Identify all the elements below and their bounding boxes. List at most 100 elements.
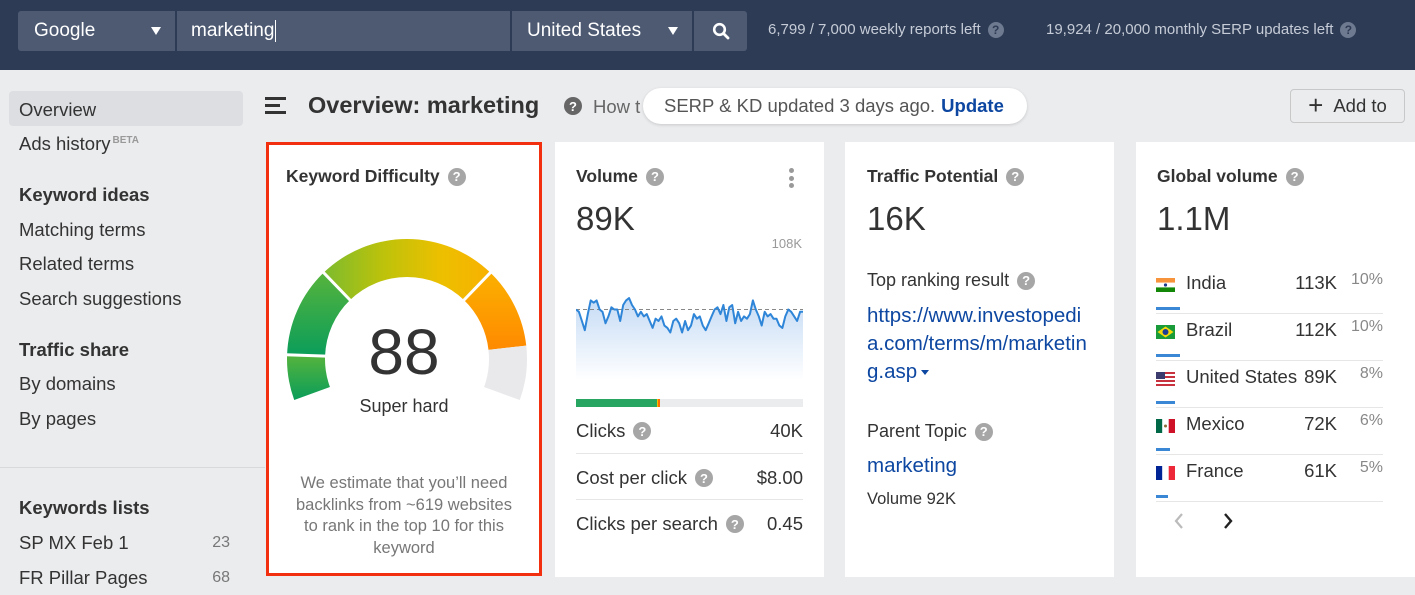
chevron-down-icon: [668, 27, 678, 35]
help-icon[interactable]: ?: [447, 167, 466, 186]
chevron-left-icon: [1174, 513, 1183, 529]
country-row[interactable]: France 61K 5%: [1156, 457, 1383, 504]
how-to-link[interactable]: How t: [593, 96, 640, 118]
prev-page-button[interactable]: [1173, 510, 1185, 536]
chevron-right-icon: [1224, 513, 1233, 529]
top-ranking-label-text: Top ranking result: [867, 270, 1010, 290]
menu-icon[interactable]: [265, 97, 286, 115]
volume-title: Volume: [576, 166, 638, 186]
country-row[interactable]: Mexico 72K 6%: [1156, 410, 1383, 457]
card-title: Keyword Difficulty ?: [286, 166, 466, 187]
sidebar-heading-traffic-share: Traffic share: [19, 339, 130, 360]
metric-label: Clicks per search: [576, 513, 718, 534]
row-divider: [576, 499, 803, 500]
sidebar-list-item[interactable]: SP MX Feb 1: [19, 532, 129, 554]
monthly-serp-quota: 19,924 / 20,000 monthly SERP updates lef…: [1046, 21, 1357, 38]
sidebar-divider: [0, 467, 265, 468]
parent-topic-label-text: Parent Topic: [867, 421, 967, 441]
search-engine-select[interactable]: Google: [18, 11, 175, 51]
country-row[interactable]: India 113K 10%: [1156, 269, 1383, 316]
chart-max-label: 108K: [771, 236, 802, 251]
sidebar-item-by-pages[interactable]: By pages: [19, 408, 96, 430]
keyword-difficulty-card: Keyword Difficulty ? 88 Super hard We es…: [266, 142, 542, 576]
update-link[interactable]: Update: [941, 95, 1004, 117]
sidebar-item-search-suggestions[interactable]: Search suggestions: [19, 288, 182, 310]
card-title: Volume ?: [576, 166, 664, 187]
help-icon[interactable]: ?: [1006, 167, 1025, 186]
country-name: Mexico: [1186, 413, 1245, 434]
country-volume: 112K: [1295, 319, 1337, 340]
volume-value: 89K: [576, 200, 635, 237]
top-ranking-url[interactable]: https://www.investopedia.com/terms/m/mar…: [867, 302, 1097, 386]
country-volume: 72K: [1304, 413, 1337, 434]
sidebar-list-item[interactable]: FR Pillar Pages: [19, 567, 148, 589]
volume-trend-chart: [576, 297, 803, 380]
country-percent: 6%: [1359, 412, 1383, 429]
help-icon[interactable]: ?: [1017, 271, 1036, 290]
paid-clicks-segment-orange: [658, 399, 661, 407]
flag-mexico-icon: [1156, 419, 1175, 433]
country-share-bar: [1156, 307, 1180, 310]
country-row[interactable]: Brazil 112K 10%: [1156, 316, 1383, 363]
help-icon[interactable]: ?: [987, 21, 1004, 38]
sidebar-item-related-terms[interactable]: Related terms: [19, 253, 134, 275]
kd-title: Keyword Difficulty: [286, 166, 440, 186]
keyword-input-value: marketing: [191, 20, 275, 41]
list-count: 68: [212, 569, 230, 586]
add-to-label: Add to: [1333, 95, 1387, 116]
metric-value: 40K: [770, 420, 803, 441]
traffic-potential-title: Traffic Potential: [867, 166, 999, 186]
top-bar: Google marketing United States 6,799 / 7…: [0, 0, 1415, 70]
keyword-input[interactable]: marketing: [177, 11, 510, 51]
kd-difficulty-label: Super hard: [359, 396, 449, 416]
add-to-button[interactable]: + Add to: [1290, 89, 1405, 123]
weekly-reports-quota: 6,799 / 7,000 weekly reports left ?: [768, 21, 1004, 38]
weekly-reports-text: 6,799 / 7,000 weekly reports left: [768, 21, 981, 38]
text-cursor: [275, 20, 277, 42]
sidebar-item-by-domains[interactable]: By domains: [19, 373, 116, 395]
page-title: Overview: marketing: [308, 92, 540, 118]
beta-badge: BETA: [112, 134, 139, 146]
help-icon[interactable]: ?: [633, 422, 652, 440]
help-icon[interactable]: ?: [695, 469, 714, 487]
sidebar-item-overview[interactable]: Overview: [19, 99, 96, 121]
update-notice: SERP & KD updated 3 days ago. Update: [643, 88, 1027, 124]
row-divider: [1156, 360, 1383, 361]
help-icon[interactable]: ?: [1340, 21, 1357, 38]
top-ranking-url-text: https://www.investopedia.com/terms/m/mar…: [867, 304, 1087, 383]
flag-india-icon: [1156, 278, 1175, 292]
sidebar-item-matching-terms[interactable]: Matching terms: [19, 219, 145, 241]
country-row[interactable]: United States 89K 8%: [1156, 363, 1383, 410]
kd-backlinks-estimate: We estimate that you’ll need backlinks f…: [296, 474, 512, 557]
help-icon[interactable]: ?: [645, 167, 664, 186]
search-button[interactable]: [694, 11, 747, 51]
country-select[interactable]: United States: [512, 11, 692, 51]
metric-label: Clicks: [576, 420, 626, 441]
caret-down-icon[interactable]: [921, 370, 930, 376]
country-percent: 8%: [1359, 365, 1383, 382]
search-icon: [712, 22, 729, 40]
help-icon[interactable]: ?: [974, 422, 993, 441]
metric-value: $8.00: [756, 467, 803, 488]
country-percent: 10%: [1350, 318, 1383, 335]
card-title: Global volume ?: [1157, 166, 1304, 187]
row-divider: [576, 453, 803, 454]
next-page-button[interactable]: [1222, 510, 1234, 536]
flag-united-states-icon: [1156, 372, 1175, 386]
help-icon[interactable]: ?: [725, 515, 744, 533]
sidebar: Overview Ads history BETA Keyword ideas M…: [0, 70, 265, 595]
country-percent: 5%: [1359, 459, 1383, 476]
help-icon[interactable]: ?: [564, 97, 582, 115]
country-volume: 89K: [1304, 366, 1337, 387]
country-share-bar: [1156, 401, 1176, 404]
country-name: Brazil: [1186, 319, 1233, 340]
parent-topic-link[interactable]: marketing: [867, 452, 1097, 480]
help-icon[interactable]: ?: [1285, 167, 1304, 186]
more-options-icon[interactable]: [789, 168, 794, 191]
row-divider: [1156, 407, 1383, 408]
sidebar-item-ads-history[interactable]: Ads history BETA: [19, 133, 139, 155]
search-engine-value: Google: [34, 20, 96, 41]
monthly-serp-text: 19,924 / 20,000 monthly SERP updates lef…: [1046, 21, 1334, 38]
global-volume-card: Global volume ? 1.1M India 113K 10% Braz…: [1136, 142, 1415, 577]
clicks-distribution-bar: [576, 399, 803, 407]
